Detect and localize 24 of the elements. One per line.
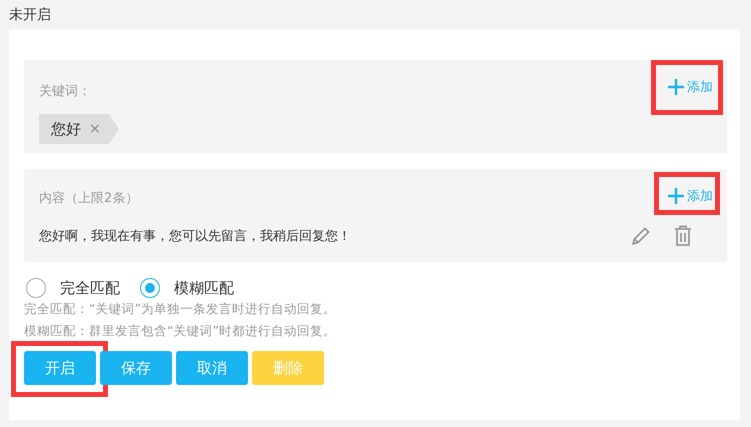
add-button[interactable]: 添加 [666,186,713,206]
radio-icon[interactable] [140,278,160,298]
radio-icon[interactable] [26,278,46,298]
pencil-icon [630,225,652,247]
delete-button[interactable] [674,225,692,247]
action-button[interactable]: 保存 [100,351,172,385]
action-button[interactable]: 删除 [252,351,324,385]
tag-remove-button[interactable]: × [89,121,101,137]
keyword-label: 关键词： [39,83,91,100]
hint-text: 模糊匹配：群里发言包含“关键词”时都进行自动回复。 [24,323,337,340]
hint-text: 完全匹配：“关键词”为单独一条发言时进行自动回复。 [24,301,337,318]
trash-icon [674,225,692,247]
plus-icon [666,77,686,97]
tag-text: 您好 [51,120,81,138]
action-button[interactable]: 开启 [24,351,96,385]
match-mode-option[interactable]: 模糊匹配 [140,278,234,298]
match-mode-option[interactable]: 完全匹配 [26,278,120,298]
status-label: 未开启 [9,6,52,25]
add-button[interactable]: 添加 [666,77,713,97]
edit-button[interactable] [630,225,652,247]
plus-icon [666,186,686,206]
reply-text: 您好啊，我现在有事，您可以先留言，我稍后回复您！ [39,228,352,245]
action-button[interactable]: 取消 [176,351,248,385]
content-label: 内容（上限2条） [39,190,138,207]
